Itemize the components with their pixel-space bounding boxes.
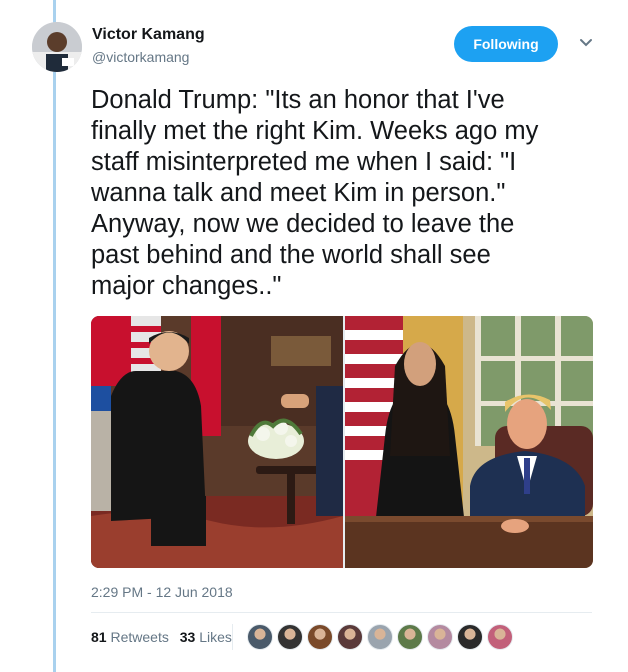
tweet-text: Donald Trump: "Its an honor that I've fi… [91,86,539,300]
liker-avatar[interactable] [487,624,513,650]
photo-right[interactable] [345,316,593,568]
retweets-label: Retweets [110,629,169,645]
liker-avatar[interactable] [307,624,333,650]
tweet-media[interactable] [91,316,593,568]
thread-rule [53,0,56,672]
author-handle[interactable]: @victorkamang [92,49,189,65]
author-name[interactable]: Victor Kamang [92,26,205,44]
liker-avatar[interactable] [457,624,483,650]
stats-divider [232,624,233,650]
photo-left[interactable] [91,316,343,568]
avatar[interactable] [32,22,82,72]
liker-avatar[interactable] [277,624,303,650]
retweets-count: 81 [91,629,107,645]
chevron-down-icon[interactable] [578,35,594,51]
liker-avatar[interactable] [367,624,393,650]
following-button[interactable]: Following [454,26,558,62]
tweet-stats: 81 Retweets 33 Likes [91,629,239,645]
likes-count: 33 [179,629,196,645]
liker-avatar[interactable] [337,624,363,650]
liker-avatar[interactable] [427,624,453,650]
divider [91,612,592,613]
tweet-timestamp[interactable]: 2:29 PM - 12 Jun 2018 [91,584,233,600]
likes-stat[interactable]: 33 Likes [180,629,232,645]
liker-avatar[interactable] [397,624,423,650]
liker-avatar[interactable] [247,624,273,650]
retweets-stat[interactable]: 81 Retweets [91,629,169,645]
likes-label: Likes [199,629,232,645]
liker-avatars [247,624,517,652]
